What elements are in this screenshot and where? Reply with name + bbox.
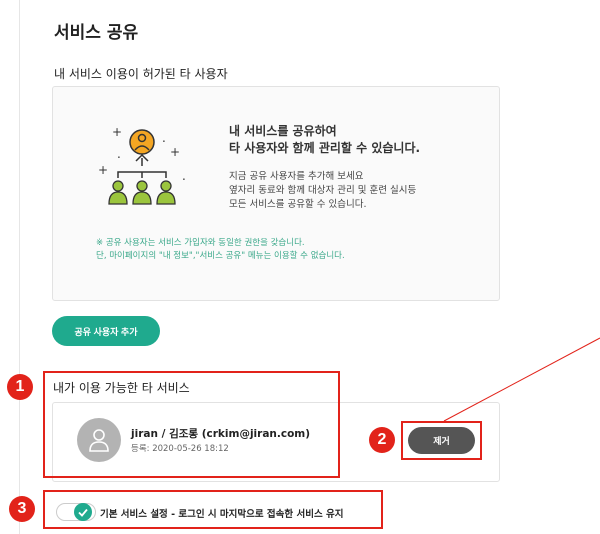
annotation-badge-2: 2 [369, 427, 395, 453]
annotation-pointer-line [443, 337, 600, 422]
annotation-badge-1: 1 [7, 374, 33, 400]
annotation-badge-3: 3 [9, 496, 35, 522]
